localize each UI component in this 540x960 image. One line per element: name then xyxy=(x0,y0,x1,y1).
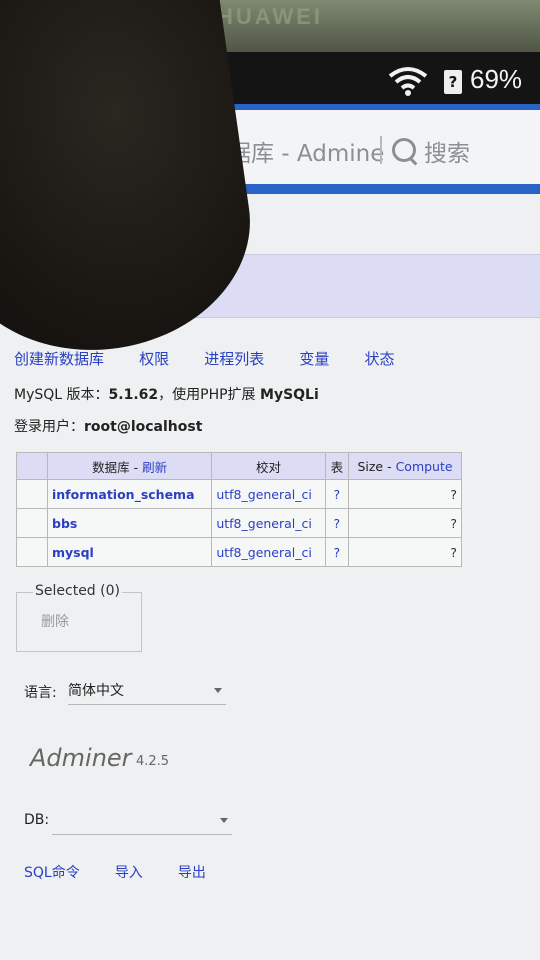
link-import[interactable]: 导入 xyxy=(115,865,143,881)
tables-count-link[interactable]: ? xyxy=(324,479,350,509)
link-privileges[interactable]: 权限 xyxy=(139,350,169,368)
address-separator xyxy=(380,136,382,164)
language-select[interactable]: 简体中文 xyxy=(68,680,226,705)
login-line: 登录用户：root@localhost xyxy=(14,416,202,436)
adminer-version: 4.2.5 xyxy=(136,754,170,769)
selected-legend: Selected (0) xyxy=(33,583,122,599)
delete-button[interactable]: 删除 xyxy=(41,611,69,631)
sim-icon: ? xyxy=(444,70,462,94)
header-size-label: Size - xyxy=(357,458,396,474)
select-all-cell[interactable] xyxy=(16,452,48,480)
link-export[interactable]: 导出 xyxy=(178,865,206,881)
collation-cell: utf8_general_ci xyxy=(211,479,326,509)
header-database-label: 数据库 - xyxy=(92,459,143,475)
db-label: DB: xyxy=(24,812,50,828)
mysql-version: 5.1.62 xyxy=(108,387,159,403)
search-icon[interactable] xyxy=(392,138,416,162)
collation-cell: utf8_general_ci xyxy=(211,508,326,538)
page-title-text[interactable]: 据库 - Admine xyxy=(228,134,384,168)
language-value: 简体中文 xyxy=(68,683,124,699)
header-collation: 校对 xyxy=(211,452,326,480)
header-database: 数据库 - 刷新 xyxy=(46,452,213,480)
row-checkbox[interactable] xyxy=(16,479,48,509)
header-size: Size - Compute xyxy=(348,452,462,480)
link-status[interactable]: 状态 xyxy=(364,350,394,368)
size-cell: ? xyxy=(348,479,462,509)
db-select[interactable] xyxy=(52,810,232,835)
collation-cell: utf8_general_ci xyxy=(211,537,326,567)
action-links: 创建新数据库 权限 进程列表 变量 状态 xyxy=(14,348,424,369)
chevron-down-icon xyxy=(220,818,228,823)
size-cell: ? xyxy=(348,508,462,538)
mysql-ext-prefix: ，使用PHP扩展 xyxy=(158,387,256,403)
database-name-link[interactable]: information_schema xyxy=(46,479,213,509)
table-row: mysql utf8_general_ci ? ? xyxy=(16,537,462,567)
link-sql-command[interactable]: SQL命令 xyxy=(24,865,80,881)
link-process-list[interactable]: 进程列表 xyxy=(204,350,264,368)
compute-link[interactable]: Compute xyxy=(396,459,453,474)
search-label[interactable]: 搜索 xyxy=(424,134,470,168)
chevron-down-icon xyxy=(214,688,222,693)
tables-count-link[interactable]: ? xyxy=(324,508,350,538)
tables-count-link[interactable]: ? xyxy=(324,537,350,567)
row-checkbox[interactable] xyxy=(16,508,48,538)
row-checkbox[interactable] xyxy=(16,537,48,567)
table-header-row: 数据库 - 刷新 校对 表 Size - Compute xyxy=(16,452,462,480)
mysql-extension: MySQLi xyxy=(260,387,319,403)
database-name-link[interactable]: mysql xyxy=(46,537,213,567)
mysql-version-line: MySQL 版本：5.1.62，使用PHP扩展 MySQLi xyxy=(14,384,319,404)
link-create-database[interactable]: 创建新数据库 xyxy=(14,350,104,368)
header-tables: 表 xyxy=(324,452,350,480)
adminer-logo[interactable]: Adminer xyxy=(30,744,132,772)
table-row: information_schema utf8_general_ci ? ? xyxy=(16,479,462,509)
mysql-label: MySQL 版本： xyxy=(14,387,109,403)
login-user: root@localhost xyxy=(84,419,203,435)
database-name-link[interactable]: bbs xyxy=(46,508,213,538)
bottom-links: SQL命令 导入 导出 xyxy=(24,862,236,882)
database-table: 数据库 - 刷新 校对 表 Size - Compute information… xyxy=(16,452,462,567)
table-row: bbs utf8_general_ci ? ? xyxy=(16,508,462,538)
size-cell: ? xyxy=(348,537,462,567)
login-label: 登录用户： xyxy=(14,419,84,435)
link-variables[interactable]: 变量 xyxy=(299,350,329,368)
wifi-icon xyxy=(388,67,428,96)
refresh-link[interactable]: 刷新 xyxy=(142,460,167,475)
battery-level: 69% xyxy=(470,64,523,94)
selected-fieldset: Selected (0) 删除 xyxy=(16,583,142,652)
language-label: 语言: xyxy=(24,685,57,701)
